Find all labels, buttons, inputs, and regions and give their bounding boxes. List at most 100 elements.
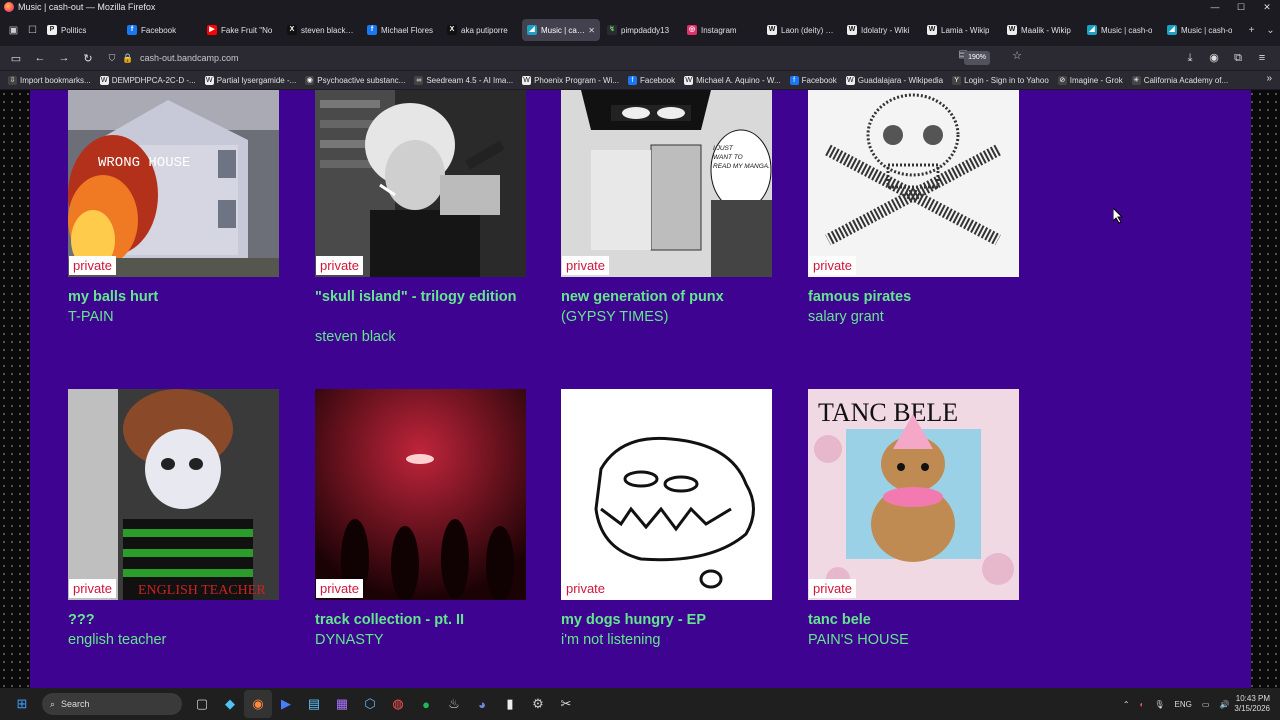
minimize-button[interactable]: —: [1202, 0, 1228, 14]
album-artist[interactable]: PAIN'S HOUSE: [808, 630, 909, 650]
language-indicator[interactable]: ENG: [1175, 700, 1192, 709]
album-artist[interactable]: (GYPSY TIMES): [561, 307, 668, 327]
tray-app-icon[interactable]: ◐: [1140, 700, 1145, 709]
album-art[interactable]: WRONG HOUSE private: [68, 90, 279, 277]
volume-icon[interactable]: 🔊: [1219, 700, 1229, 709]
browser-tab[interactable]: Xaka putiporre: [442, 19, 520, 41]
browser-tab[interactable]: f Michael Flores: [362, 19, 440, 41]
bookmark-item[interactable]: ✳ California Academy of...: [1131, 75, 1228, 85]
network-icon[interactable]: ▭: [1202, 700, 1210, 709]
album-title[interactable]: new generation of punx: [561, 287, 781, 307]
browser-tab[interactable]: ◢ Music | cash-o: [1082, 19, 1160, 41]
start-button-icon[interactable]: ⊞: [8, 690, 36, 718]
lock-icon[interactable]: 🔒: [120, 53, 136, 64]
clock[interactable]: 10:43 PM 3/15/2026: [1234, 694, 1270, 714]
album-art[interactable]: private: [315, 90, 526, 277]
tab-manager-icon[interactable]: ☐: [23, 20, 42, 40]
album-art[interactable]: private: [315, 389, 526, 600]
browser-tab[interactable]: ◢ Music | cash-o: [1162, 19, 1240, 41]
vpn-icon[interactable]: ⬡: [356, 690, 384, 718]
chrome-icon[interactable]: ◍: [384, 690, 412, 718]
powershell-icon[interactable]: ▶: [272, 690, 300, 718]
task-view-icon[interactable]: ▢: [188, 690, 216, 718]
tracking-protection-icon[interactable]: ⛉: [104, 53, 120, 64]
album-title[interactable]: ???: [68, 610, 288, 630]
bookmark-item[interactable]: ◉ Psychoactive substanc...: [305, 75, 405, 85]
tab-list-icon[interactable]: ▣: [4, 20, 23, 40]
taskbar-search[interactable]: ⌕ Search: [42, 693, 182, 715]
album-title[interactable]: my dogs hungry - EP: [561, 610, 781, 630]
bookmark-item[interactable]: Y Login - Sign in to Yahoo: [952, 75, 1049, 85]
album-title[interactable]: famous pirates: [808, 287, 1028, 307]
browser-tab[interactable]: W Laon (deity) - W: [762, 19, 840, 41]
close-tab-icon[interactable]: ✕: [588, 26, 595, 35]
album-art[interactable]: TANC BELE private: [808, 389, 1019, 600]
bookmark-item[interactable]: ⊘ Imagine - Grok: [1057, 75, 1123, 85]
new-tab-button[interactable]: +: [1242, 20, 1261, 40]
bookmark-item[interactable]: W Michael A. Aquino - W...: [684, 75, 781, 85]
album-artist[interactable]: steven black: [315, 327, 396, 347]
downloads-icon[interactable]: ⤓: [1178, 48, 1202, 68]
album-artist[interactable]: DYNASTY: [315, 630, 384, 650]
back-button[interactable]: ←: [28, 48, 52, 68]
album-artist[interactable]: i'm not listening: [561, 630, 660, 650]
reload-button[interactable]: ↻: [76, 48, 100, 68]
audio-app-icon[interactable]: ▮: [496, 690, 524, 718]
zoom-level[interactable]: 190%: [964, 51, 990, 65]
browser-tab[interactable]: ▶ Fake Fruit "No: [202, 19, 280, 41]
browser-tab[interactable]: W Idolatry - Wiki: [842, 19, 920, 41]
bookmark-item[interactable]: f Facebook: [789, 75, 837, 85]
snipping-tool-icon[interactable]: ✂: [552, 690, 580, 718]
notepad-icon[interactable]: ▤: [300, 690, 328, 718]
forward-button[interactable]: →: [52, 48, 76, 68]
bookmarks-overflow-icon[interactable]: »: [1266, 73, 1272, 84]
browser-tab[interactable]: W Maalik - Wikip: [1002, 19, 1080, 41]
bookmark-item[interactable]: ∞ Seedream 4.5 - AI Ima...: [414, 75, 513, 85]
url-bar[interactable]: ⛉ 🔒 cash-out.bandcamp.com ▤ 190% ☆: [104, 48, 1026, 68]
browser-tab[interactable]: f Facebook: [122, 19, 200, 41]
microphone-icon[interactable]: 🎙: [1154, 700, 1164, 709]
copilot-icon[interactable]: ◆: [216, 690, 244, 718]
browser-tab[interactable]: Xsteven black (@: [282, 19, 360, 41]
bookmark-item[interactable]: W Phoenix Program - Wi...: [522, 75, 619, 85]
album-artist[interactable]: T-PAIN: [68, 307, 114, 327]
tray-expand-icon[interactable]: ⌃: [1123, 700, 1130, 709]
vs-icon[interactable]: ▦: [328, 690, 356, 718]
album-artist[interactable]: english teacher: [68, 630, 166, 650]
discord-icon[interactable]: ◕: [468, 690, 496, 718]
browser-tab[interactable]: ◢ Music | cash-o ✕: [522, 19, 600, 41]
browser-tab[interactable]: ↯ pimpdaddy13: [602, 19, 680, 41]
steam-icon[interactable]: ♨: [440, 690, 468, 718]
firefox-taskbar-icon[interactable]: ◉: [244, 690, 272, 718]
bookmark-item[interactable]: f Facebook: [627, 75, 675, 85]
browser-tab[interactable]: ◎ Instagram: [682, 19, 760, 41]
list-all-tabs-icon[interactable]: ⌄: [1261, 20, 1280, 40]
close-window-button[interactable]: ✕: [1254, 0, 1280, 14]
bookmark-item[interactable]: ⇩ Import bookmarks...: [8, 75, 91, 85]
browser-tab[interactable]: P Politics: [42, 19, 120, 41]
bookmark-item[interactable]: W Guadalajara - Wikipedia: [845, 75, 943, 85]
clock-time: 10:43 PM: [1235, 694, 1270, 703]
album-artist[interactable]: salary grant: [808, 307, 884, 327]
settings-gear-icon[interactable]: ⚙: [524, 690, 552, 718]
spotify-icon[interactable]: ●: [412, 690, 440, 718]
album-art[interactable]: ENGLISH TEACHER private: [68, 389, 279, 600]
album-title[interactable]: tanc bele: [808, 610, 1028, 630]
account-icon[interactable]: ◉: [1202, 48, 1226, 68]
album-title[interactable]: "skull island" - trilogy edition: [315, 287, 535, 307]
album-title[interactable]: track collection - pt. II: [315, 610, 535, 630]
bookmark-star-icon[interactable]: ☆: [1012, 49, 1022, 62]
bookmark-item[interactable]: W DEMPDHPCA-2C-D -...: [99, 75, 196, 85]
art-caption: ENGLISH TEACHER: [138, 583, 266, 598]
album-art[interactable]: I JUST WANT TO READ MY MANGA. private: [561, 90, 772, 277]
sidebar-toggle-icon[interactable]: ▭: [4, 48, 28, 68]
album-art[interactable]: private: [808, 90, 1019, 277]
browser-tab[interactable]: W Lamia - Wikip: [922, 19, 1000, 41]
album-title[interactable]: my balls hurt: [68, 287, 288, 307]
bookmark-item[interactable]: W Partial lysergamide -...: [204, 75, 296, 85]
menu-icon[interactable]: ≡: [1250, 48, 1274, 68]
url-text[interactable]: cash-out.bandcamp.com: [140, 53, 239, 63]
album-art[interactable]: private: [561, 389, 772, 600]
maximize-button[interactable]: ☐: [1228, 0, 1254, 14]
extensions-icon[interactable]: ⧉: [1226, 48, 1250, 68]
